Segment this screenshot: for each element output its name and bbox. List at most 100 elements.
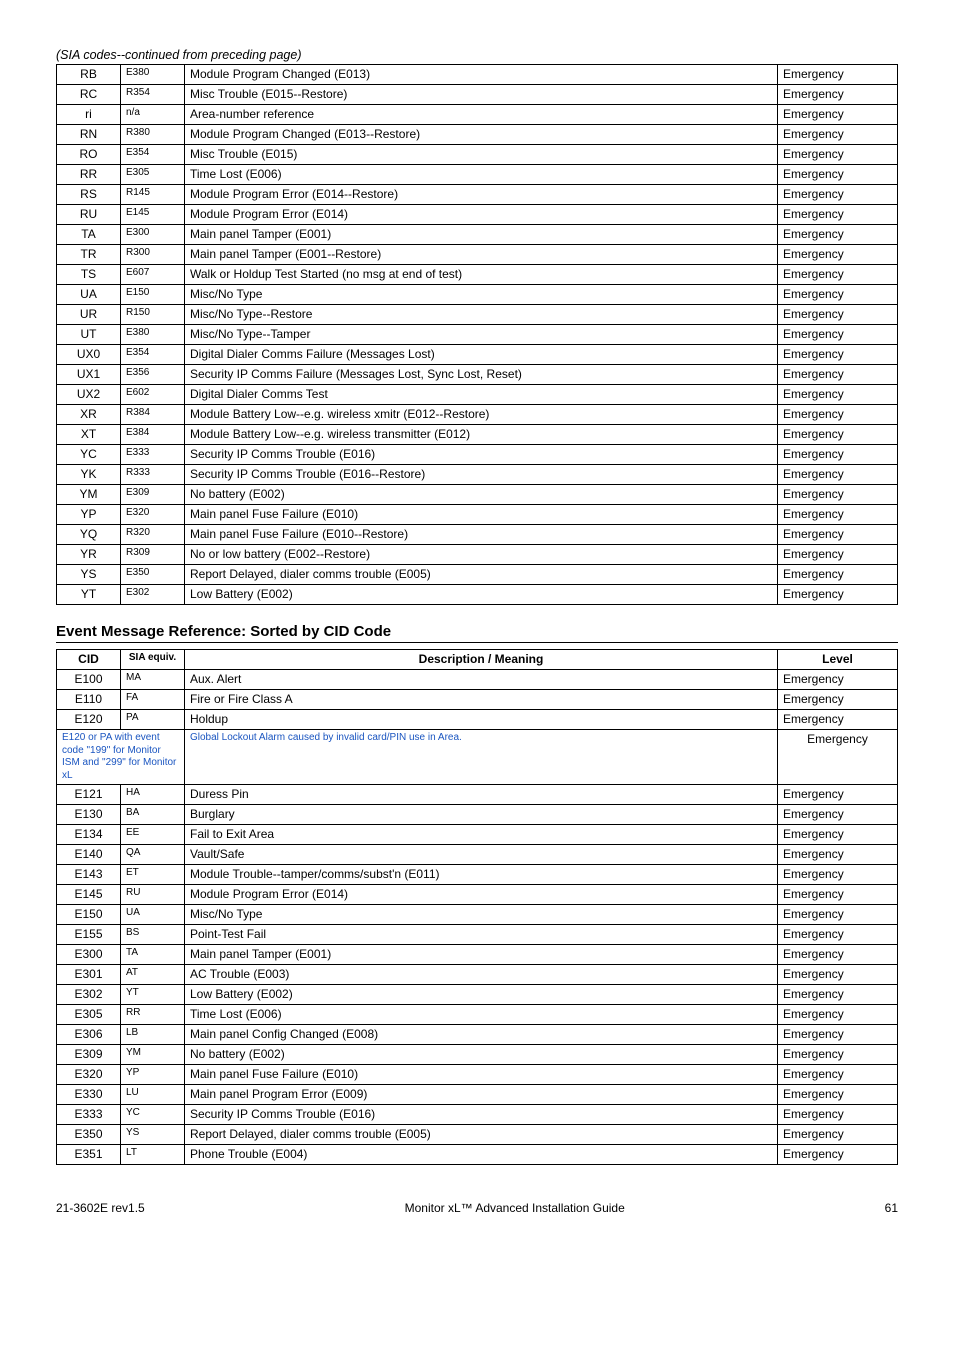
table-cell: Security IP Comms Trouble (E016) [185,445,778,465]
table-cell: Emergency [778,1105,898,1125]
table-row: E351LTPhone Trouble (E004)Emergency [57,1145,898,1165]
table-cell: Main panel Tamper (E001--Restore) [185,245,778,265]
table-cell: n/a [121,105,185,125]
table-cell: YC [121,1105,185,1125]
table-cell: BA [121,805,185,825]
sia-table-caption: (SIA codes--continued from preceding pag… [56,48,898,62]
table-cell: E320 [57,1065,121,1085]
table-cell: RR [121,1005,185,1025]
table-row: rin/aArea-number referenceEmergency [57,105,898,125]
table-cell: Module Battery Low--e.g. wireless transm… [185,425,778,445]
table-row: TSE607Walk or Holdup Test Started (no ms… [57,265,898,285]
table-cell: Emergency [778,185,898,205]
footer-left: 21-3602E rev1.5 [56,1201,145,1215]
table-cell: Module Program Error (E014) [185,885,778,905]
table-row: E350YSReport Delayed, dialer comms troub… [57,1125,898,1145]
table-cell: Module Program Error (E014--Restore) [185,185,778,205]
table-cell: Point-Test Fail [185,925,778,945]
table-cell: Emergency [778,265,898,285]
table-cell: AC Trouble (E003) [185,965,778,985]
cid-header-desc: Description / Meaning [185,650,778,670]
table-cell: RU [57,205,121,225]
table-cell: Holdup [185,710,778,730]
table-cell: E100 [57,670,121,690]
table-cell: LB [121,1025,185,1045]
table-cell: Emergency [778,165,898,185]
table-cell: YK [57,465,121,485]
table-cell: Time Lost (E006) [185,1005,778,1025]
table-cell: Report Delayed, dialer comms trouble (E0… [185,1125,778,1145]
table-cell: Emergency [778,325,898,345]
table-cell: UR [57,305,121,325]
table-cell: Emergency [778,85,898,105]
section-heading: Event Message Reference: Sorted by CID C… [56,623,898,640]
table-row: E300TAMain panel Tamper (E001)Emergency [57,945,898,965]
table-row: UX1E356Security IP Comms Failure (Messag… [57,365,898,385]
table-cell: Emergency [778,670,898,690]
table-cell: Emergency [778,345,898,365]
table-cell: E121 [57,785,121,805]
table-cell: Emergency [778,1045,898,1065]
table-row: E150UAMisc/No TypeEmergency [57,905,898,925]
table-cell: TA [57,225,121,245]
table-row: E301ATAC Trouble (E003)Emergency [57,965,898,985]
table-row: YSE350Report Delayed, dialer comms troub… [57,565,898,585]
table-row: E143ETModule Trouble--tamper/comms/subst… [57,865,898,885]
table-cell: Emergency [778,545,898,565]
table-cell: UX1 [57,365,121,385]
footer-right: 61 [885,1201,898,1215]
table-cell: Emergency [778,525,898,545]
table-cell: E350 [57,1125,121,1145]
table-row: RRE305Time Lost (E006)Emergency [57,165,898,185]
table-cell: RB [57,65,121,85]
table-cell: EE [121,825,185,845]
cid-note-desc: Global Lockout Alarm caused by invalid c… [185,730,778,785]
table-cell: Low Battery (E002) [185,985,778,1005]
table-cell: E309 [57,1045,121,1065]
table-cell: E380 [121,65,185,85]
page-footer: 21-3602E rev1.5 Monitor xL™ Advanced Ins… [56,1201,898,1215]
table-cell: AT [121,965,185,985]
table-cell: Misc/No Type--Restore [185,305,778,325]
table-cell: XT [57,425,121,445]
table-row: UX0E354Digital Dialer Comms Failure (Mes… [57,345,898,365]
table-cell: Emergency [778,285,898,305]
table-cell: Emergency [778,865,898,885]
table-row: XRR384Module Battery Low--e.g. wireless … [57,405,898,425]
table-cell: Emergency [778,690,898,710]
table-cell: TA [121,945,185,965]
table-cell: E140 [57,845,121,865]
cid-note-row: E120 or PA with event code "199" for Mon… [57,730,898,785]
cid-header-row: CID SIA equiv. Description / Meaning Lev… [57,650,898,670]
table-cell: Emergency [778,445,898,465]
table-row: ROE354Misc Trouble (E015)Emergency [57,145,898,165]
table-cell: YQ [57,525,121,545]
table-cell: RO [57,145,121,165]
table-cell: E306 [57,1025,121,1045]
table-cell: R309 [121,545,185,565]
cid-note-left: E120 or PA with event code "199" for Mon… [57,730,185,785]
table-cell: E380 [121,325,185,345]
table-cell: Emergency [778,1005,898,1025]
table-cell: MA [121,670,185,690]
table-row: TAE300Main panel Tamper (E001)Emergency [57,225,898,245]
table-row: YKR333Security IP Comms Trouble (E016--R… [57,465,898,485]
table-cell: Emergency [778,125,898,145]
table-cell: Emergency [778,1065,898,1085]
table-cell: Emergency [778,405,898,425]
table-cell: R145 [121,185,185,205]
table-row: RCR354Misc Trouble (E015--Restore)Emerge… [57,85,898,105]
table-cell: E351 [57,1145,121,1165]
cid-header-sia: SIA equiv. [121,650,185,670]
table-row: YQR320Main panel Fuse Failure (E010--Res… [57,525,898,545]
table-cell: R150 [121,305,185,325]
table-cell: No battery (E002) [185,1045,778,1065]
table-cell: LT [121,1145,185,1165]
table-cell: QA [121,845,185,865]
table-cell: No or low battery (E002--Restore) [185,545,778,565]
table-cell: E607 [121,265,185,285]
table-cell: UA [57,285,121,305]
table-cell: E134 [57,825,121,845]
table-cell: Emergency [778,465,898,485]
table-cell: Main panel Tamper (E001) [185,225,778,245]
